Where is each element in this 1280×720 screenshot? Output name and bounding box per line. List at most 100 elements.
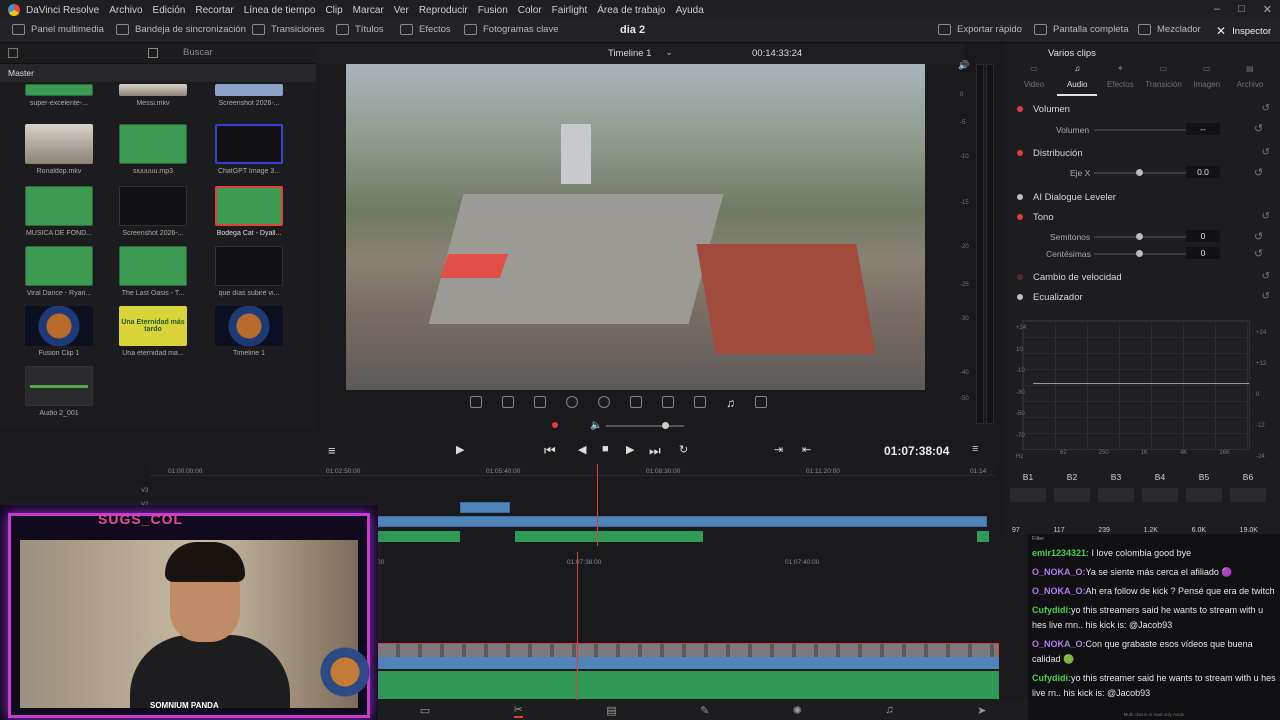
timeline-selector[interactable]: Timeline 1 (608, 48, 651, 59)
volume-slider[interactable] (1094, 129, 1190, 131)
video-clip[interactable] (377, 516, 987, 527)
clip-item[interactable]: Messi.mkv (118, 84, 188, 107)
section-volume[interactable]: Volumen ↺ (1004, 100, 1280, 120)
tab-file[interactable]: ▤ Archivo (1230, 64, 1270, 96)
clip-item[interactable]: The Last Oasis - T... (118, 246, 188, 297)
effects-button[interactable]: Efectos (400, 24, 451, 35)
clip-item[interactable]: Audio 2_001 (24, 366, 94, 417)
chevron-down-icon[interactable]: ⌄ (665, 47, 673, 58)
filter-shape-dropdown[interactable] (1142, 488, 1178, 502)
clip-item[interactable]: Fusion Clip 1 (24, 306, 94, 357)
reset-icon[interactable]: ↺ (1254, 122, 1263, 135)
bin-master[interactable]: Master (0, 64, 316, 82)
annotation-icon[interactable] (662, 396, 674, 408)
cents-slider[interactable] (1094, 250, 1190, 257)
maximize-button[interactable]: □ (1238, 3, 1245, 16)
audio-clip[interactable] (377, 671, 999, 699)
semitones-slider[interactable] (1094, 233, 1190, 240)
reset-icon[interactable]: ↺ (1262, 271, 1270, 282)
menu-edicion[interactable]: Edición (153, 5, 186, 16)
fairlight-page-icon[interactable]: ♫ (885, 704, 893, 716)
quick-export-button[interactable]: Exportar rápido (938, 24, 1022, 35)
speaker-icon[interactable]: 🔊 (958, 60, 969, 71)
slider-knob[interactable] (662, 422, 669, 429)
audio-note-icon[interactable]: ♫ (726, 396, 735, 410)
reset-icon[interactable]: ↺ (1254, 230, 1263, 243)
clip-item[interactable]: que días subiré vi... (214, 246, 284, 297)
enable-toggle[interactable] (1017, 274, 1023, 280)
reset-icon[interactable]: ↺ (1262, 147, 1270, 158)
clip-item[interactable]: MUSICA DE FOND... (24, 186, 94, 237)
search-input[interactable]: Buscar (183, 47, 213, 58)
mixer-button[interactable]: Mezclador (1138, 24, 1201, 35)
tab-transition[interactable]: ▭ Transición (1144, 64, 1184, 96)
loop-icon[interactable]: ↻ (679, 443, 688, 456)
section-equalizer[interactable]: Ecualizador ↺ (1004, 288, 1280, 308)
dynamic-zoom-icon[interactable] (534, 396, 546, 408)
clip-item[interactable]: Ronaldop.mkv (24, 124, 94, 175)
filter-shape-dropdown[interactable] (1054, 488, 1090, 502)
clip-item[interactable]: Viral Dance - Ryan... (24, 246, 94, 297)
timeline-ruler[interactable]: 01:00:00:00 01:02:50:00 01:05:40:00 01:0… (150, 464, 995, 476)
inspector-button[interactable]: ✕ Inspector (1216, 24, 1271, 38)
filter-shape-dropdown[interactable] (1010, 488, 1046, 502)
reset-icon[interactable]: ↺ (1262, 211, 1270, 222)
crop-icon[interactable] (502, 396, 514, 408)
axis-x-value[interactable]: 0.0 (1186, 166, 1220, 178)
menu-icon[interactable]: ≡ (972, 443, 978, 455)
filter-shape-dropdown[interactable] (1098, 488, 1134, 502)
tab-video[interactable]: ▭ Video (1014, 64, 1054, 96)
previous-clip-icon[interactable]: ⇥ (774, 443, 783, 456)
section-ai-dialogue-leveler[interactable]: AI Dialogue Leveler (1004, 188, 1280, 208)
menu-area-de-trabajo[interactable]: Área de trabajo (597, 5, 665, 16)
reset-icon[interactable]: ↺ (1254, 247, 1263, 260)
smart-reframe-icon[interactable] (694, 396, 706, 408)
clip-item[interactable]: super-excelente-... (24, 84, 94, 107)
forward-play-icon[interactable]: ▶ (626, 443, 634, 456)
transform-icon[interactable] (470, 396, 482, 408)
section-distribution[interactable]: Distribución ↺ (1004, 144, 1280, 164)
grid-view-icon[interactable] (148, 48, 158, 58)
speaker-icon[interactable]: 🔈 (590, 420, 602, 431)
reset-icon[interactable]: ↺ (1262, 291, 1270, 302)
enable-toggle[interactable] (1017, 150, 1023, 156)
slider-knob[interactable] (1136, 233, 1143, 240)
menu-ayuda[interactable]: Ayuda (676, 5, 704, 16)
timeline-options-icon[interactable]: ≡ (328, 443, 336, 458)
play-icon[interactable]: ▶ (456, 443, 464, 456)
eq-band-1[interactable]: B1 (1010, 472, 1046, 502)
deliver-page-icon[interactable]: ➤ (977, 704, 986, 717)
reset-icon[interactable]: ↺ (1254, 166, 1263, 179)
band-frequency[interactable]: 117 (1053, 527, 1064, 534)
menu-fairlight[interactable]: Fairlight (552, 5, 588, 16)
eq-band-4[interactable]: B4 (1142, 472, 1178, 502)
sync-bin-button[interactable]: Bandeja de sincronización (116, 24, 246, 35)
transitions-button[interactable]: Transiciones (252, 24, 325, 35)
playhead[interactable] (597, 464, 598, 546)
volume-value[interactable]: -- (1186, 123, 1220, 135)
cents-value[interactable]: 0 (1186, 247, 1220, 259)
timeline-detail[interactable]: 00 01:07:38:00 01:07:40:00 (377, 547, 999, 699)
clip-item[interactable]: Timeline 1 (214, 306, 284, 357)
video-preview[interactable] (346, 64, 925, 390)
fullscreen-button[interactable]: Pantalla completa (1034, 24, 1129, 35)
eq-band-5[interactable]: B5 (1186, 472, 1222, 502)
stabilize-icon[interactable] (630, 396, 642, 408)
preview-volume-slider[interactable] (606, 422, 684, 429)
clip-item[interactable]: Screenshot 2026-... (214, 84, 284, 107)
band-frequency[interactable]: 19.0K (1240, 527, 1258, 534)
equalizer-graph[interactable] (1022, 320, 1250, 450)
video-clip[interactable] (460, 502, 510, 513)
cut-page-icon[interactable]: ✂ (513, 703, 523, 718)
tab-image[interactable]: ▭ Imagen (1187, 64, 1227, 96)
filter-shape-dropdown[interactable] (1186, 488, 1222, 502)
keyframes-button[interactable]: Fotogramas clave (464, 24, 559, 35)
minimize-button[interactable]: – (1214, 3, 1220, 16)
slider-knob[interactable] (1136, 169, 1143, 176)
clip-item[interactable]: ChatGPT Image 3... (214, 124, 284, 175)
titles-button[interactable]: Títulos (336, 24, 384, 35)
speed-icon[interactable] (598, 396, 610, 408)
menu-ver[interactable]: Ver (394, 5, 409, 16)
band-frequency[interactable]: 239 (1098, 527, 1110, 534)
axis-x-slider[interactable] (1094, 169, 1190, 176)
